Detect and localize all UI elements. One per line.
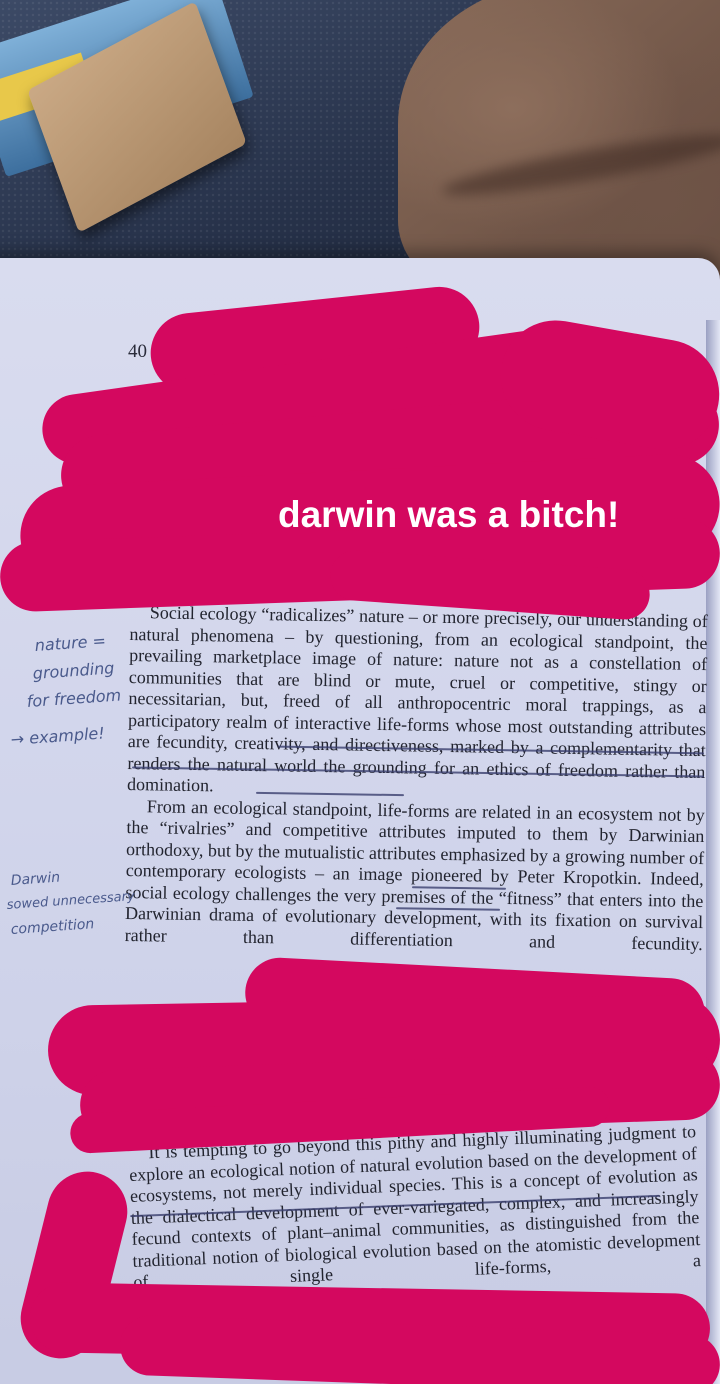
main-text-block: Social ecology “radicalizes” nature – or… bbox=[125, 602, 708, 955]
lower-text-block: It is tempting to go beyond this pithy a… bbox=[128, 1121, 701, 1293]
photo-scene: 40 Social ecology “radicalizes” nature –… bbox=[0, 0, 720, 1384]
paragraph-ecological-standpoint: From an ecological standpoint, life-form… bbox=[125, 795, 705, 955]
page-number: 40 bbox=[128, 341, 147, 362]
paragraph-social-ecology-text: Social ecology “radicalizes” nature – or… bbox=[126, 602, 708, 796]
sticker-caption: darwin was a bitch! bbox=[278, 494, 620, 535]
paragraph-tempting-text: It is tempting to go beyond this pithy a… bbox=[128, 1121, 702, 1292]
margin-note-nature: nature = bbox=[34, 631, 107, 655]
margin-note-darwin: Darwin bbox=[10, 869, 61, 889]
paragraph-tempting: It is tempting to go beyond this pithy a… bbox=[128, 1121, 701, 1293]
paragraph-ecological-standpoint-text: From an ecological standpoint, life-form… bbox=[124, 795, 705, 954]
